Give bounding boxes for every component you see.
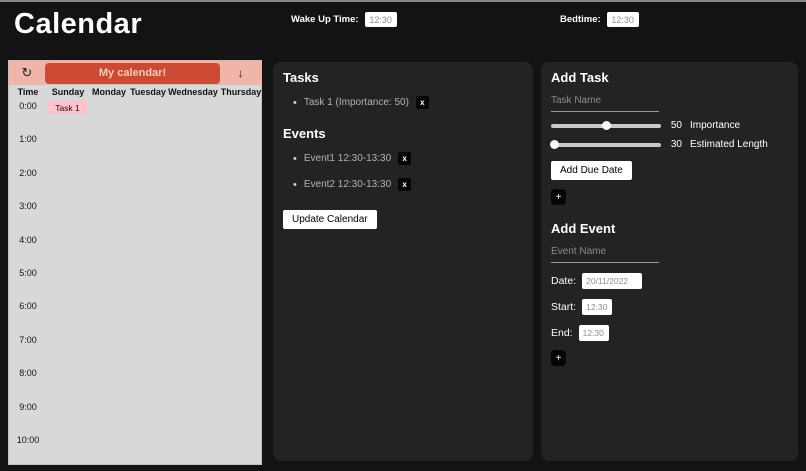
time-label: 2:00 bbox=[9, 165, 47, 198]
start-label: Start: bbox=[551, 301, 576, 313]
slider-thumb[interactable] bbox=[602, 121, 611, 130]
download-icon: ↓ bbox=[238, 66, 244, 80]
importance-slider-row: 50 Importance bbox=[551, 120, 788, 131]
calendar-header: ↻ My calendar! ↓ bbox=[9, 61, 261, 85]
calendar-grid[interactable]: 0:001:002:003:004:005:006:007:008:009:00… bbox=[9, 98, 261, 464]
add-task-heading: Add Task bbox=[551, 70, 788, 85]
estimated-length-value: 30 bbox=[669, 139, 682, 150]
importance-label: Importance bbox=[690, 120, 740, 131]
time-label: 10:00 bbox=[9, 432, 47, 464]
event-start-row: Start: bbox=[551, 299, 788, 315]
bedtime-input[interactable] bbox=[607, 12, 639, 27]
task-item: Task 1 (Importance: 50) x bbox=[293, 96, 523, 109]
add-event-heading: Add Event bbox=[551, 221, 788, 236]
time-column: 0:001:002:003:004:005:006:007:008:009:00… bbox=[9, 98, 47, 464]
time-label: 0:00 bbox=[9, 98, 47, 131]
estimated-length-slider-row: 30 Estimated Length bbox=[551, 139, 788, 150]
refresh-icon: ↻ bbox=[22, 65, 33, 81]
event-item: Event2 12:30-13:30 x bbox=[293, 178, 523, 191]
event-item-label: Event1 12:30-13:30 bbox=[304, 153, 391, 164]
tasks-heading: Tasks bbox=[283, 70, 523, 85]
refresh-button[interactable]: ↻ bbox=[9, 61, 45, 85]
remove-task-item-button[interactable]: x bbox=[416, 96, 429, 109]
bedtime-label: Bedtime: bbox=[560, 14, 601, 25]
time-label: 1:00 bbox=[9, 131, 47, 164]
add-panel: Add Task 50 Importance 30 Estimated Leng… bbox=[541, 62, 798, 461]
remove-event-item-button[interactable]: x bbox=[398, 178, 411, 191]
estimated-length-label: Estimated Length bbox=[690, 139, 768, 150]
add-task-button[interactable]: + bbox=[551, 189, 566, 205]
event-end-input[interactable] bbox=[579, 325, 609, 341]
event-item-label: Event2 12:30-13:30 bbox=[304, 179, 391, 190]
calendar-title-banner: My calendar! bbox=[45, 63, 220, 84]
time-label: 4:00 bbox=[9, 232, 47, 265]
wake-up-time-label: Wake Up Time: bbox=[291, 14, 359, 25]
page-title: Calendar bbox=[14, 8, 142, 41]
importance-value: 50 bbox=[669, 120, 682, 131]
day-header-cell: Wednesday bbox=[167, 87, 219, 97]
day-header-cell: Monday bbox=[89, 87, 129, 97]
event-item: Event1 12:30-13:30 x bbox=[293, 152, 523, 165]
window-top-strip bbox=[0, 0, 806, 2]
slider-thumb[interactable] bbox=[550, 140, 559, 149]
time-label: 7:00 bbox=[9, 332, 47, 365]
day-header-cell: Tuesday bbox=[129, 87, 167, 97]
time-label: 9:00 bbox=[9, 399, 47, 432]
day-header-row: TimeSundayMondayTuesdayWednesdayThursday bbox=[9, 85, 261, 98]
event-start-input[interactable] bbox=[582, 299, 612, 315]
event-name-input[interactable] bbox=[551, 244, 659, 263]
calendar-panel: ↻ My calendar! ↓ TimeSundayMondayTuesday… bbox=[8, 60, 262, 465]
time-label: 6:00 bbox=[9, 298, 47, 331]
time-label: 5:00 bbox=[9, 265, 47, 298]
importance-slider[interactable] bbox=[551, 121, 661, 130]
day-header-cell: Thursday bbox=[219, 87, 263, 97]
slider-track bbox=[551, 143, 661, 147]
time-label: 8:00 bbox=[9, 365, 47, 398]
events-heading: Events bbox=[283, 126, 523, 141]
task-name-input[interactable] bbox=[551, 93, 659, 112]
date-label: Date: bbox=[551, 275, 576, 287]
time-label: 3:00 bbox=[9, 198, 47, 231]
day-header-cell: Time bbox=[9, 87, 47, 97]
wake-up-time-field: Wake Up Time: bbox=[291, 12, 397, 27]
estimated-length-slider[interactable] bbox=[551, 140, 661, 149]
remove-event-item-button[interactable]: x bbox=[398, 152, 411, 165]
wake-up-time-input[interactable] bbox=[365, 12, 397, 27]
task-item-label: Task 1 (Importance: 50) bbox=[304, 97, 409, 108]
download-button[interactable]: ↓ bbox=[220, 61, 261, 85]
day-header-cell: Sunday bbox=[47, 87, 89, 97]
add-due-date-button[interactable]: Add Due Date bbox=[551, 161, 632, 180]
calendar-task-block[interactable]: Task 1 bbox=[48, 101, 87, 114]
event-date-input[interactable] bbox=[582, 273, 642, 289]
end-label: End: bbox=[551, 327, 573, 339]
tasks-events-panel: Tasks Task 1 (Importance: 50) x Events Ev… bbox=[273, 62, 533, 461]
events-list: Event1 12:30-13:30 x Event2 12:30-13:30 x bbox=[283, 152, 523, 191]
tasks-list: Task 1 (Importance: 50) x bbox=[283, 96, 523, 109]
event-end-row: End: bbox=[551, 325, 788, 341]
bedtime-field: Bedtime: bbox=[560, 12, 639, 27]
update-calendar-button[interactable]: Update Calendar bbox=[283, 210, 377, 229]
event-date-row: Date: bbox=[551, 273, 788, 289]
add-event-button[interactable]: + bbox=[551, 350, 566, 366]
